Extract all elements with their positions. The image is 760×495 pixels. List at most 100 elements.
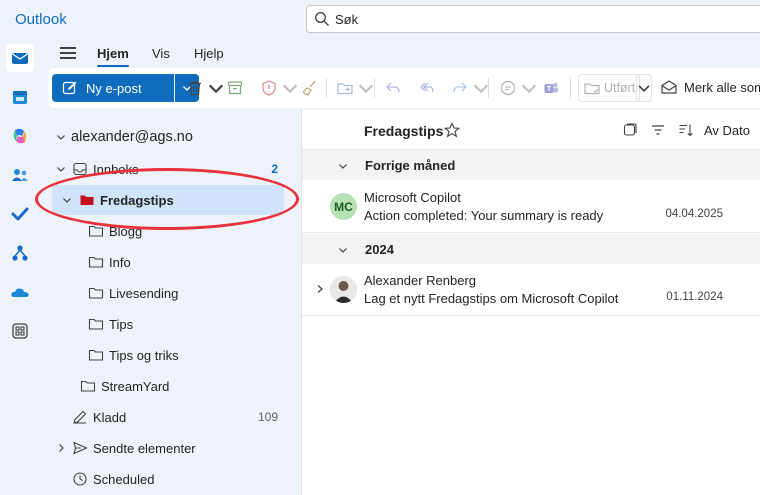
folder-sendte-elementer[interactable]: Sendte elementer: [48, 433, 294, 463]
rail-people[interactable]: [6, 161, 34, 189]
sweep-button[interactable]: [301, 78, 319, 98]
new-mail-button[interactable]: Ny e-post: [52, 74, 174, 102]
folder-icon: [80, 195, 94, 205]
folder-fredagstips[interactable]: Fredagstips: [52, 185, 284, 215]
folder-label: Fredagstips: [100, 192, 174, 208]
envelope-open-icon: [661, 80, 677, 94]
folder-kladd[interactable]: Kladd 109: [48, 402, 294, 432]
teams-icon: [544, 83, 558, 93]
rail-calendar[interactable]: [6, 83, 34, 111]
folder-streamyard[interactable]: StreamYard: [48, 371, 294, 401]
folder-icon: [88, 318, 104, 330]
rail-apps[interactable]: [6, 317, 34, 345]
rail-copilot[interactable]: [6, 122, 34, 150]
ribbon-toolbar: Ny e-post Utført Merk alle som: [48, 68, 760, 108]
message-date: 04.04.2025: [665, 208, 723, 220]
reply-all-icon: [420, 82, 434, 93]
folder-blogg[interactable]: Blogg: [48, 216, 294, 246]
apps-grid-icon: [12, 323, 28, 339]
chevron-down-icon: [282, 84, 298, 94]
avatar: MC: [330, 193, 357, 220]
menu-hamburger-icon[interactable]: [60, 47, 76, 59]
folder-tips[interactable]: Tips: [48, 309, 294, 339]
done-button[interactable]: Utført: [578, 74, 641, 102]
rail-todo[interactable]: [6, 200, 34, 228]
title-bar: Outlook Søk: [0, 0, 760, 38]
account-name: alexander@ags.no: [71, 129, 193, 145]
chevron-down-icon: [63, 198, 71, 203]
folder-icon: [80, 380, 96, 392]
folder-check-icon: [584, 83, 600, 95]
draft-pencil-icon: [73, 410, 87, 424]
star-favorite-icon[interactable]: [444, 122, 460, 138]
avatar: [330, 276, 357, 303]
search-icon: [315, 12, 329, 26]
chevron-down-icon: [57, 167, 65, 172]
forward-icon: [453, 82, 467, 93]
chat-icon: [500, 80, 516, 96]
todo-check-icon: [11, 207, 29, 221]
folder-icon: [88, 349, 104, 361]
delete-button[interactable]: [186, 78, 225, 98]
onedrive-cloud-icon: [11, 288, 29, 297]
folder-tips-og-triks[interactable]: Tips og triks: [48, 340, 294, 370]
toolbar-divider: [374, 78, 375, 98]
folder-livesending[interactable]: Livesending: [48, 278, 294, 308]
message-list: Fredagstips Av Dato Forrige måned MC Mic…: [301, 110, 760, 495]
tab-hjem[interactable]: Hjem: [97, 46, 129, 67]
search-input[interactable]: Søk: [335, 12, 358, 27]
group-header[interactable]: 2024: [302, 234, 760, 264]
account-row[interactable]: alexander@ags.no: [48, 122, 294, 152]
search-box[interactable]: Søk: [306, 5, 760, 33]
chevron-right-icon: [59, 444, 64, 452]
message-row[interactable]: Alexander Renberg Lag et nytt Fredagstip…: [302, 264, 760, 316]
forward-button[interactable]: [451, 78, 490, 98]
chevron-down-icon: [521, 84, 537, 94]
shield-icon: [262, 80, 276, 96]
filter-icon[interactable]: [650, 122, 666, 138]
toolbar-divider: [326, 78, 327, 98]
folder-info[interactable]: Info: [48, 247, 294, 277]
folder-label: Blogg: [109, 223, 143, 239]
tab-vis[interactable]: Vis: [152, 46, 170, 61]
done-dropdown[interactable]: [636, 74, 652, 102]
rail-mail[interactable]: [6, 44, 34, 72]
message-row[interactable]: MC Microsoft Copilot Action completed: Y…: [302, 181, 760, 233]
folder-label: Sendte elementer: [93, 440, 196, 456]
folder-scheduled[interactable]: Scheduled: [48, 464, 294, 494]
report-button[interactable]: [260, 78, 299, 98]
tab-hjelp[interactable]: Hjelp: [194, 46, 224, 61]
teams-button[interactable]: [542, 78, 560, 98]
done-label: Utført: [604, 81, 636, 95]
chat-button[interactable]: [499, 78, 538, 98]
reply-all-button[interactable]: [418, 78, 436, 98]
reply-icon: [386, 82, 400, 93]
reply-button[interactable]: [384, 78, 402, 98]
message-sender: Alexander Renberg: [364, 273, 477, 288]
folder-innboks[interactable]: Innboks 2: [48, 154, 294, 184]
broom-icon: [302, 80, 316, 96]
chevron-right-icon[interactable]: [316, 284, 324, 294]
sort-icon[interactable]: [678, 122, 694, 138]
message-subject: Action completed: Your summary is ready: [364, 208, 604, 223]
new-mail-label: Ny e-post: [86, 80, 142, 96]
folder-label: Innboks: [93, 161, 139, 177]
mark-all-read-button[interactable]: Merk alle som: [660, 78, 760, 96]
move-to-button[interactable]: [336, 78, 375, 98]
trash-icon: [189, 81, 201, 96]
chevron-down-icon: [358, 84, 374, 94]
app-rail: [0, 38, 40, 495]
message-subject: Lag et nytt Fredagstips om Microsoft Cop…: [364, 291, 619, 306]
select-mode-icon[interactable]: [622, 122, 638, 138]
chevron-down-icon: [638, 85, 650, 92]
sort-by-date-button[interactable]: Av Dato: [704, 123, 750, 138]
archive-button[interactable]: [226, 78, 244, 98]
folder-label: Tips og triks: [109, 347, 179, 363]
mail-icon: [12, 53, 28, 64]
group-header[interactable]: Forrige måned: [302, 150, 760, 180]
rail-onedrive[interactable]: [6, 278, 34, 306]
people-icon: [12, 169, 28, 181]
folder-label: Livesending: [109, 285, 179, 301]
rail-org[interactable]: [6, 239, 34, 267]
org-chart-icon: [12, 245, 28, 261]
